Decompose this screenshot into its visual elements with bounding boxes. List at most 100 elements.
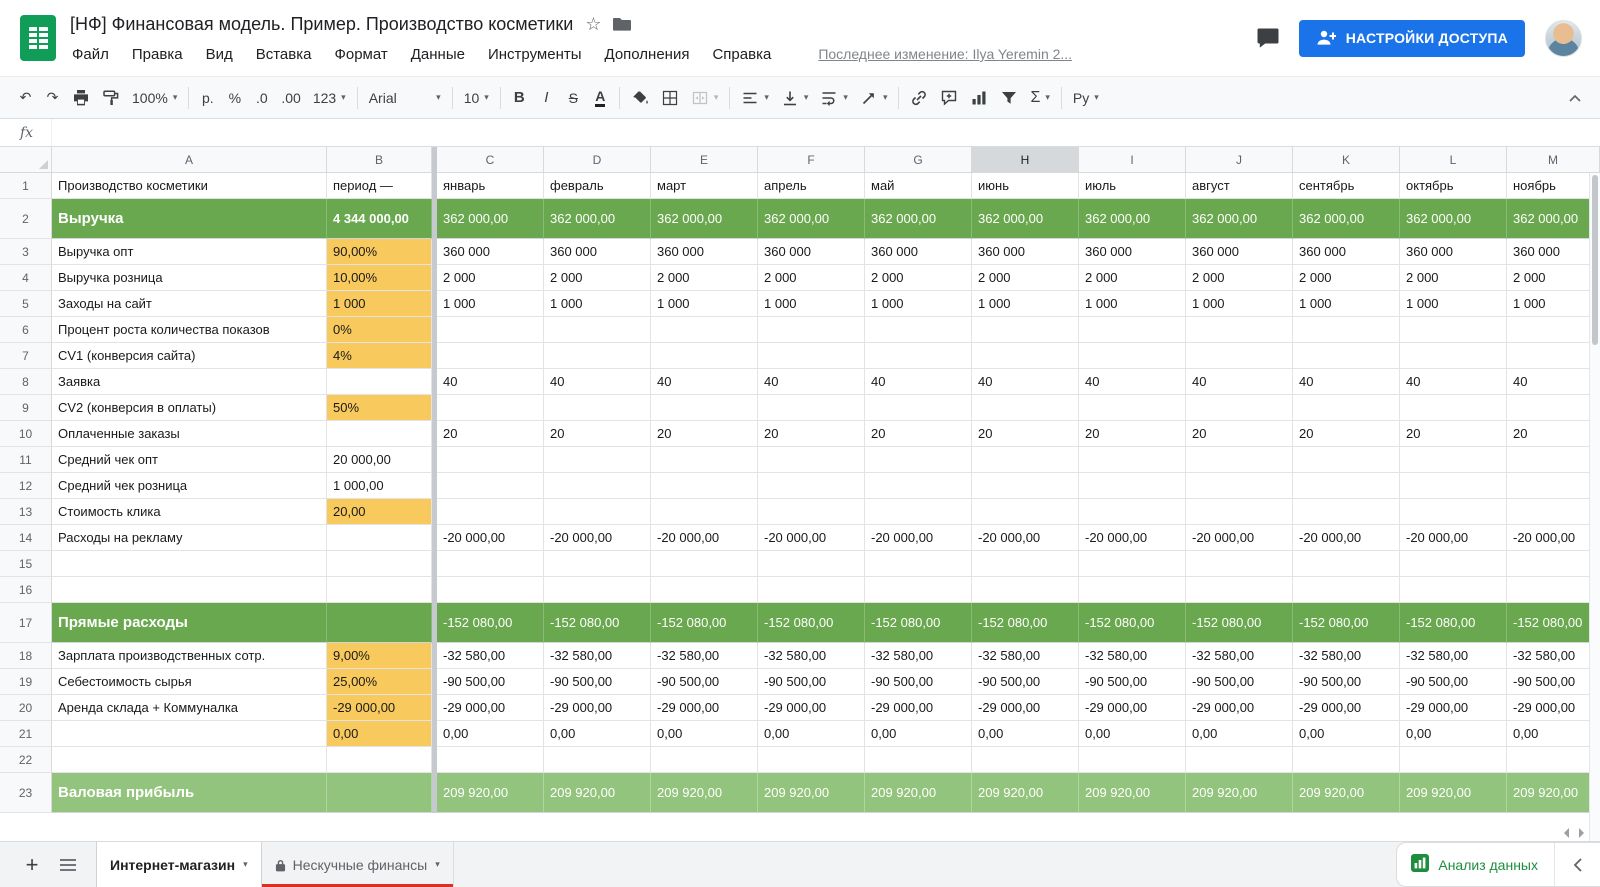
cell-C22[interactable]: [437, 747, 544, 773]
cell-C13[interactable]: [437, 499, 544, 525]
sheet-tab-2[interactable]: Нескучные финансы▾: [262, 842, 454, 887]
row-header-17[interactable]: 17: [0, 603, 52, 643]
cell-A6[interactable]: Процент роста количества показов: [52, 317, 327, 343]
cell-A19[interactable]: Себестоимость сырья: [52, 669, 327, 695]
cell-K19[interactable]: -90 500,00: [1293, 669, 1400, 695]
cell-L21[interactable]: 0,00: [1400, 721, 1507, 747]
cell-F10[interactable]: 20: [758, 421, 865, 447]
cell-M12[interactable]: [1507, 473, 1600, 499]
cell-L3[interactable]: 360 000: [1400, 239, 1507, 265]
cell-L1[interactable]: октябрь: [1400, 173, 1507, 199]
cell-M18[interactable]: -32 580,00: [1507, 643, 1600, 669]
cell-E17[interactable]: -152 080,00: [651, 603, 758, 643]
cell-H20[interactable]: -29 000,00: [972, 695, 1079, 721]
cell-H21[interactable]: 0,00: [972, 721, 1079, 747]
cell-B23[interactable]: [327, 773, 432, 813]
cell-M22[interactable]: [1507, 747, 1600, 773]
cell-L2[interactable]: 362 000,00: [1400, 199, 1507, 239]
cell-E16[interactable]: [651, 577, 758, 603]
cell-E5[interactable]: 1 000: [651, 291, 758, 317]
cell-D18[interactable]: -32 580,00: [544, 643, 651, 669]
cell-J20[interactable]: -29 000,00: [1186, 695, 1293, 721]
column-header-I[interactable]: I: [1079, 147, 1186, 173]
cell-J4[interactable]: 2 000: [1186, 265, 1293, 291]
cell-I22[interactable]: [1079, 747, 1186, 773]
vertical-align-button[interactable]: ▾: [775, 84, 815, 112]
cell-E12[interactable]: [651, 473, 758, 499]
cell-A12[interactable]: Средний чек розница: [52, 473, 327, 499]
column-header-A[interactable]: A: [52, 147, 327, 173]
cell-I12[interactable]: [1079, 473, 1186, 499]
cell-I4[interactable]: 2 000: [1079, 265, 1186, 291]
cell-G21[interactable]: 0,00: [865, 721, 972, 747]
merge-cells-button[interactable]: ▾: [685, 84, 725, 112]
cell-E2[interactable]: 362 000,00: [651, 199, 758, 239]
menu-format[interactable]: Формат: [332, 44, 389, 65]
cell-C5[interactable]: 1 000: [437, 291, 544, 317]
cell-M16[interactable]: [1507, 577, 1600, 603]
sheet-tab-1[interactable]: Интернет-магазин▾: [96, 842, 262, 887]
column-header-E[interactable]: E: [651, 147, 758, 173]
cell-F5[interactable]: 1 000: [758, 291, 865, 317]
cell-M3[interactable]: 360 000: [1507, 239, 1600, 265]
row-header-19[interactable]: 19: [0, 669, 52, 695]
scroll-left-arrow-icon[interactable]: [1564, 828, 1569, 838]
functions-button[interactable]: Σ ▾: [1024, 84, 1055, 112]
cell-F14[interactable]: -20 000,00: [758, 525, 865, 551]
vertical-scrollbar-thumb[interactable]: [1592, 175, 1598, 345]
cell-G2[interactable]: 362 000,00: [865, 199, 972, 239]
add-sheet-button[interactable]: +: [14, 842, 50, 887]
menu-tools[interactable]: Инструменты: [486, 44, 584, 65]
select-all-corner[interactable]: [0, 147, 52, 173]
cell-J7[interactable]: [1186, 343, 1293, 369]
cell-A1[interactable]: Производство косметики: [52, 173, 327, 199]
cell-G16[interactable]: [865, 577, 972, 603]
cell-G1[interactable]: май: [865, 173, 972, 199]
input-language-select[interactable]: Ру ▾: [1067, 84, 1105, 112]
cell-E8[interactable]: 40: [651, 369, 758, 395]
cell-D6[interactable]: [544, 317, 651, 343]
column-header-J[interactable]: J: [1186, 147, 1293, 173]
cell-K9[interactable]: [1293, 395, 1400, 421]
cell-H19[interactable]: -90 500,00: [972, 669, 1079, 695]
cell-F12[interactable]: [758, 473, 865, 499]
cell-G22[interactable]: [865, 747, 972, 773]
cell-A9[interactable]: CV2 (конверсия в оплаты): [52, 395, 327, 421]
cell-G9[interactable]: [865, 395, 972, 421]
zoom-select[interactable]: 100% ▾: [126, 84, 183, 112]
cell-H10[interactable]: 20: [972, 421, 1079, 447]
cell-M10[interactable]: 20: [1507, 421, 1600, 447]
cell-F6[interactable]: [758, 317, 865, 343]
collapse-panel-button[interactable]: [1554, 843, 1600, 886]
cell-G18[interactable]: -32 580,00: [865, 643, 972, 669]
cell-F7[interactable]: [758, 343, 865, 369]
cell-K20[interactable]: -29 000,00: [1293, 695, 1400, 721]
cell-H6[interactable]: [972, 317, 1079, 343]
scroll-right-arrow-icon[interactable]: [1579, 828, 1584, 838]
cell-H2[interactable]: 362 000,00: [972, 199, 1079, 239]
cell-E1[interactable]: март: [651, 173, 758, 199]
cell-C14[interactable]: -20 000,00: [437, 525, 544, 551]
cell-E9[interactable]: [651, 395, 758, 421]
cell-I23[interactable]: 209 920,00: [1079, 773, 1186, 813]
cell-D12[interactable]: [544, 473, 651, 499]
cell-D1[interactable]: февраль: [544, 173, 651, 199]
cell-F2[interactable]: 362 000,00: [758, 199, 865, 239]
cell-D11[interactable]: [544, 447, 651, 473]
cell-M7[interactable]: [1507, 343, 1600, 369]
row-header-12[interactable]: 12: [0, 473, 52, 499]
cell-L4[interactable]: 2 000: [1400, 265, 1507, 291]
explore-button[interactable]: Анализ данных: [1397, 843, 1554, 886]
row-header-5[interactable]: 5: [0, 291, 52, 317]
row-header-13[interactable]: 13: [0, 499, 52, 525]
cell-C1[interactable]: январь: [437, 173, 544, 199]
cell-A8[interactable]: Заявка: [52, 369, 327, 395]
column-header-B[interactable]: B: [327, 147, 432, 173]
cell-F15[interactable]: [758, 551, 865, 577]
cell-I21[interactable]: 0,00: [1079, 721, 1186, 747]
cell-C6[interactable]: [437, 317, 544, 343]
cell-I2[interactable]: 362 000,00: [1079, 199, 1186, 239]
cell-B19[interactable]: 25,00%: [327, 669, 432, 695]
cell-A17[interactable]: Прямые расходы: [52, 603, 327, 643]
cell-A11[interactable]: Средний чек опт: [52, 447, 327, 473]
